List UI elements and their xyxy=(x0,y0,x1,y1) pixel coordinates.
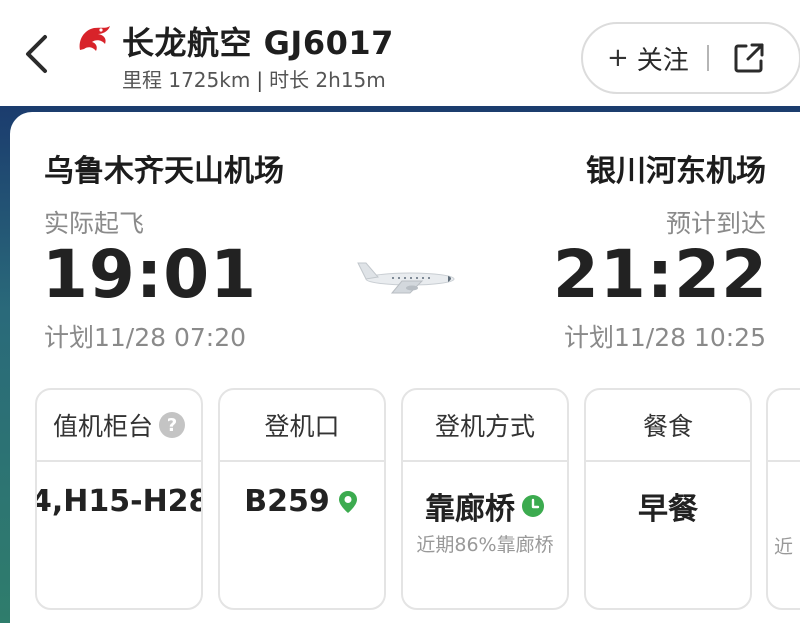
chevron-left-icon xyxy=(26,35,47,73)
airplane-icon xyxy=(357,262,455,294)
flight-summary: 里程 1725km | 时长 2h15m xyxy=(122,64,386,93)
plus-icon: + xyxy=(607,43,629,73)
gate-value-row: B259 xyxy=(220,484,384,519)
tile-label: 值机柜台 xyxy=(52,412,153,441)
checkin-counter-tile[interactable]: 值机柜台 ? 4,H15-H28 xyxy=(35,388,203,610)
arrival-planned-time: 计划11/28 10:25 xyxy=(563,323,766,352)
summary-separator: | xyxy=(256,68,264,92)
page-title: 长龙航空 GJ6017 xyxy=(122,24,394,62)
share-external-icon xyxy=(734,43,764,73)
mileage-text: 里程 1725km xyxy=(122,68,251,92)
tile-header xyxy=(768,390,800,462)
tile-body: 靠廊桥 近期86%靠廊桥 xyxy=(403,462,567,608)
arrival-time: 21:22 xyxy=(552,236,768,313)
meal-tile[interactable]: 餐食 早餐 xyxy=(584,388,752,610)
boarding-method-value: 靠廊桥 xyxy=(425,492,515,527)
boarding-value-row: 靠廊桥 xyxy=(403,484,567,528)
tile-body: 近 xyxy=(768,462,800,608)
gate-tile[interactable]: 登机口 B259 xyxy=(218,388,386,610)
tile-label: 登机方式 xyxy=(434,412,535,441)
tile-body: 早餐 xyxy=(586,462,750,608)
flight-card: 乌鲁木齐天山机场 银川河东机场 实际起飞 预计到达 19:01 21:22 计划… xyxy=(10,112,800,623)
boarding-method-tile[interactable]: 登机方式 靠廊桥 近期86%靠廊桥 xyxy=(401,388,569,610)
clock-icon xyxy=(522,495,544,517)
tile-label: 登机口 xyxy=(264,412,340,441)
departure-time: 19:01 xyxy=(42,236,258,313)
tile-header: 餐食 xyxy=(586,390,750,462)
gate-value: B259 xyxy=(244,484,330,519)
checkin-counter-value: 4,H15-H28 xyxy=(35,484,201,519)
follow-button[interactable]: + 关注 xyxy=(583,24,689,92)
header-bar: 长龙航空 GJ6017 里程 1725km | 时长 2h15m + 关注 xyxy=(0,0,800,106)
info-tile-partial[interactable]: 近 xyxy=(766,388,800,610)
follow-share-pill: + 关注 xyxy=(581,22,800,94)
tile-header: 登机口 xyxy=(220,390,384,462)
tile-body: 4,H15-H28 xyxy=(35,462,201,608)
share-button[interactable] xyxy=(729,38,769,78)
tile-header: 登机方式 xyxy=(403,390,567,462)
flight-detail-screen: 长龙航空 GJ6017 里程 1725km | 时长 2h15m + 关注 乌鲁木齐… xyxy=(0,0,800,623)
duration-text: 时长 2h15m xyxy=(269,68,386,92)
dragon-logo-icon xyxy=(79,26,110,51)
departure-airport[interactable]: 乌鲁木齐天山机场 xyxy=(44,146,284,190)
follow-label: 关注 xyxy=(636,45,689,76)
arrival-airport[interactable]: 银川河东机场 xyxy=(586,146,766,190)
back-button[interactable] xyxy=(14,32,58,76)
tile-body: B259 xyxy=(220,462,384,608)
pill-divider xyxy=(706,45,709,71)
partial-tile-note: 近 xyxy=(774,536,794,558)
tile-label: 餐食 xyxy=(642,412,693,441)
question-circle-icon[interactable]: ? xyxy=(159,412,185,438)
departure-status: 实际起飞 xyxy=(44,209,145,238)
boarding-method-note: 近期86%靠廊桥 xyxy=(416,534,554,556)
meal-value: 早餐 xyxy=(638,492,698,527)
arrival-status: 预计到达 xyxy=(665,209,766,238)
tile-header: 值机柜台 ? xyxy=(37,390,201,462)
departure-planned-time: 计划11/28 07:20 xyxy=(44,323,247,352)
location-pin-icon[interactable] xyxy=(336,489,360,515)
